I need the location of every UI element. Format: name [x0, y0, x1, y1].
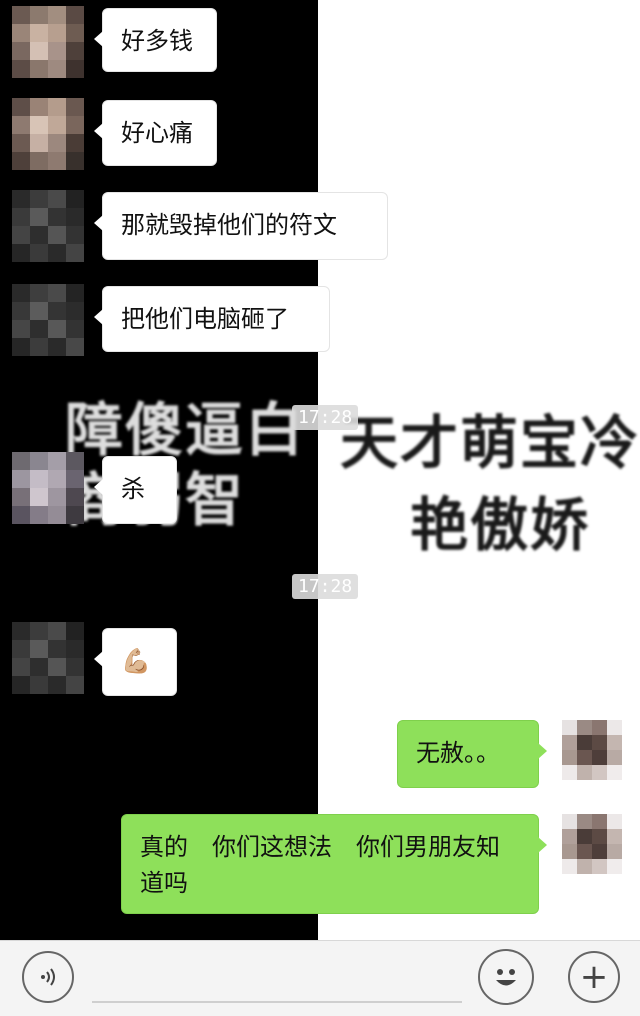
message-text: 无赦。。	[416, 739, 500, 767]
message-text: 好多钱	[121, 27, 193, 55]
background-text-left-line1: 障傻逼白	[65, 396, 306, 464]
message-bubble-self[interactable]: 真的 你们这想法 你们男朋友知道吗	[121, 814, 547, 914]
message-bubble[interactable]: 那就毁掉他们的符文	[94, 192, 388, 260]
message-text: 好心痛	[121, 119, 193, 147]
avatar[interactable]	[562, 814, 622, 874]
timestamp: 17:28	[292, 405, 359, 430]
avatar[interactable]	[12, 190, 84, 262]
more-button[interactable]: +	[568, 951, 620, 1003]
avatar[interactable]	[12, 6, 84, 78]
voice-icon	[41, 968, 55, 986]
message-text: 杀	[121, 475, 145, 503]
flexed-biceps-emoji: 💪🏼	[121, 647, 151, 675]
message-bubble[interactable]: 杀	[94, 456, 177, 524]
message-bubble-self[interactable]: 无赦。。	[397, 720, 547, 788]
message-text: 那就毁掉他们的符文	[121, 211, 337, 239]
message-bubble[interactable]: 好心痛	[94, 100, 217, 166]
background-text-right-line1: 天才萌宝冷	[340, 409, 640, 477]
message-input[interactable]	[92, 1001, 462, 1003]
emoji-button[interactable]	[478, 949, 534, 1005]
timestamp: 17:28	[292, 574, 359, 599]
message-bubble[interactable]: 把他们电脑砸了	[94, 286, 330, 352]
avatar[interactable]	[12, 452, 84, 524]
background-text-left: 障傻逼白 商弱智	[65, 395, 305, 535]
avatar[interactable]	[12, 284, 84, 356]
plus-icon: +	[579, 957, 609, 997]
avatar[interactable]	[12, 98, 84, 170]
smiley-icon	[496, 969, 516, 986]
background-text-right-line2: 艳傲娇	[410, 491, 591, 559]
avatar[interactable]	[562, 720, 622, 780]
message-bubble[interactable]: 💪🏼	[94, 628, 177, 696]
voice-button[interactable]	[22, 951, 74, 1003]
background-text-left-line2: 商弱智	[65, 465, 305, 535]
avatar[interactable]	[12, 622, 84, 694]
message-text: 真的 你们这想法 你们男朋友知道吗	[140, 833, 500, 897]
message-text: 把他们电脑砸了	[121, 305, 289, 333]
input-toolbar: +	[0, 940, 640, 1016]
message-bubble[interactable]: 好多钱	[94, 8, 217, 72]
